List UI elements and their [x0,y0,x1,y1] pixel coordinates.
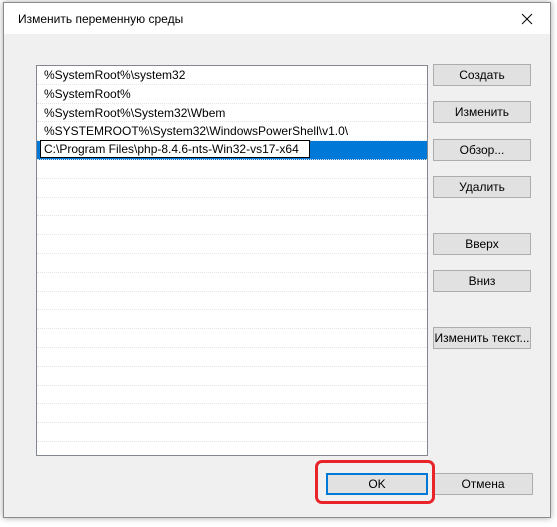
cancel-button[interactable]: Отмена [433,473,533,495]
list-item[interactable] [37,198,427,217]
list-item[interactable] [37,292,427,311]
list-item-text: %SystemRoot% [44,86,131,101]
ok-button-highlight [315,460,435,504]
path-edit-input[interactable] [40,140,310,159]
list-item[interactable] [37,404,427,424]
browse-button[interactable]: Обзор... [433,139,531,161]
list-item[interactable]: %SystemRoot%\system32 [37,66,427,85]
list-item[interactable] [37,329,427,348]
list-item[interactable]: %SystemRoot% [37,85,427,104]
list-item-text: %SystemRoot%\system32 [44,68,186,82]
close-button[interactable] [504,3,550,34]
close-icon [521,13,533,24]
list-item[interactable] [37,367,427,386]
edit-button[interactable]: Изменить [433,101,531,123]
edit-env-variable-dialog: Изменить переменную среды %SystemRoot%\s… [3,2,551,518]
list-item[interactable] [37,235,427,254]
delete-button[interactable]: Удалить [433,176,531,198]
list-item[interactable] [37,386,427,405]
list-item[interactable]: %SystemRoot%\System32\Wbem [37,104,427,123]
list-item[interactable] [37,423,427,442]
move-down-button[interactable]: Вниз [433,270,531,292]
list-item[interactable] [37,179,427,198]
list-item[interactable] [37,348,427,367]
list-item-selected[interactable] [37,140,427,160]
list-item-text: %SystemRoot%\System32\Wbem [44,105,226,120]
list-item[interactable] [37,216,427,236]
dialog-title: Изменить переменную среды [18,12,184,26]
list-item[interactable] [37,273,427,292]
edit-text-button[interactable]: Изменить текст... [433,327,531,349]
create-button[interactable]: Создать [433,64,531,86]
move-up-button[interactable]: Вверх [433,233,531,255]
list-item[interactable]: %SYSTEMROOT%\System32\WindowsPowerShell\… [37,122,427,142]
list-item[interactable] [37,160,427,179]
list-item[interactable] [37,310,427,330]
path-list[interactable]: %SystemRoot%\system32 %SystemRoot% %Syst… [36,65,428,456]
list-item-text: %SYSTEMROOT%\System32\WindowsPowerShell\… [44,124,349,139]
list-item[interactable] [37,254,427,273]
title-bar: Изменить переменную среды [4,3,550,34]
